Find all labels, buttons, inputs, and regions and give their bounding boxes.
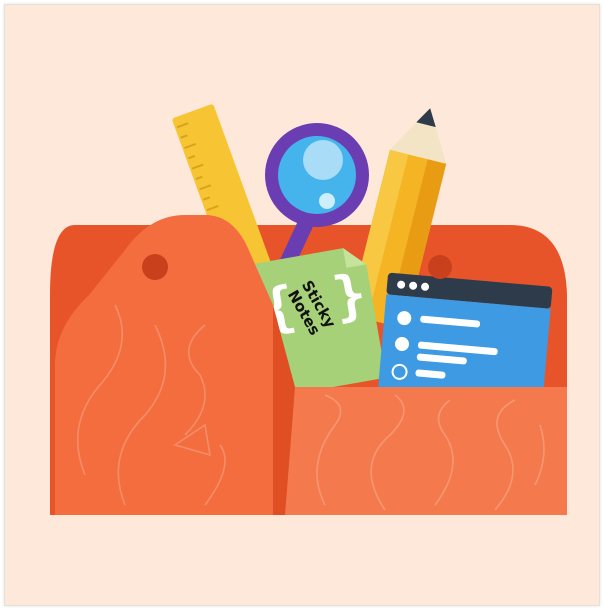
toolbox-handle-hole-left: [142, 254, 168, 280]
illustration-frame: { } Sticky Notes: [4, 4, 600, 606]
toolbox-front-panel: [285, 387, 567, 515]
toolbox-illustration: { } Sticky Notes: [5, 5, 599, 605]
toolbox-handle-hole-right: [428, 255, 452, 279]
